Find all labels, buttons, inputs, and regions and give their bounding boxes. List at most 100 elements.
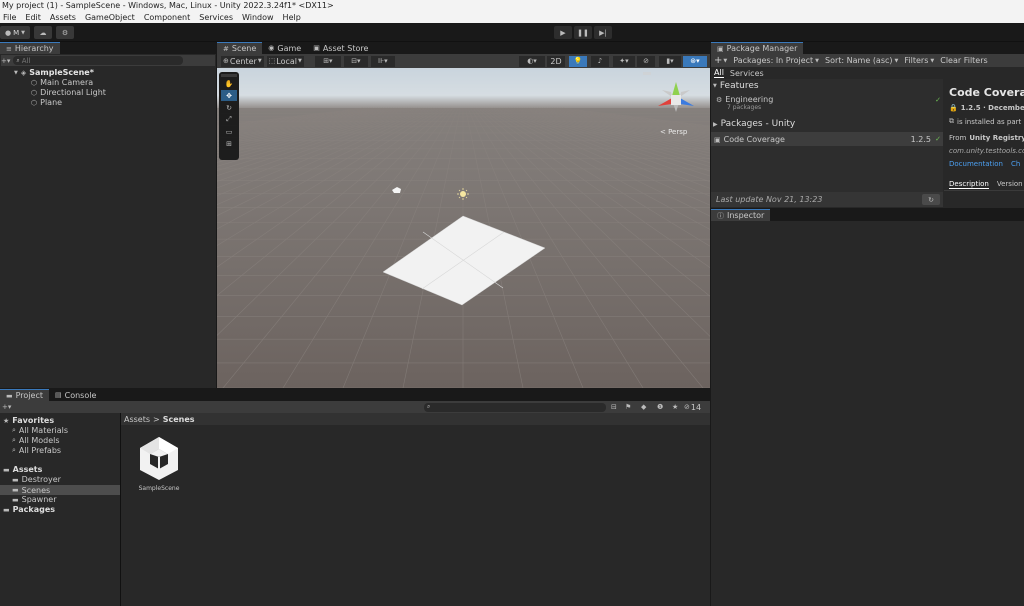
- menu-help[interactable]: Help: [280, 13, 304, 22]
- refresh-button[interactable]: ↻: [922, 194, 940, 205]
- transform-tool-button[interactable]: ⊞: [221, 138, 237, 150]
- menu-gameobject[interactable]: GameObject: [82, 13, 138, 22]
- packages-scope-dropdown[interactable]: Packages: In Project: [733, 56, 813, 65]
- collab-button[interactable]: ⚙: [56, 26, 74, 39]
- menu-assets[interactable]: Assets: [47, 13, 79, 22]
- move-tool-button[interactable]: ✥: [221, 90, 237, 102]
- search-icon: ⌕: [12, 446, 16, 454]
- package-item-code-coverage[interactable]: ▣ Code Coverage 1.2.5 ✓: [711, 132, 943, 146]
- project-search-input[interactable]: ⌕: [424, 402, 606, 412]
- account-button[interactable]: ● M ▼: [0, 26, 30, 39]
- increment-snap-button[interactable]: ⊟▾: [343, 55, 368, 67]
- grid-snap-button[interactable]: ⊞▾: [314, 55, 341, 67]
- documentation-link[interactable]: Documentation: [949, 160, 1003, 168]
- asset-tile[interactable]: SampleScene: [133, 435, 185, 499]
- chevron-down-icon: ▼: [713, 83, 717, 89]
- menu-services[interactable]: Services: [196, 13, 236, 22]
- effects-toggle[interactable]: ✦▾: [613, 55, 635, 67]
- cloud-icon: ☁: [39, 28, 47, 37]
- search-by-type-icon[interactable]: ⊟: [611, 403, 617, 411]
- hierarchy-item-main-camera[interactable]: ⬡ Main Camera: [31, 78, 93, 87]
- tab-description[interactable]: Description: [949, 180, 989, 189]
- changelog-link[interactable]: Ch: [1011, 160, 1020, 168]
- folder-icon: ▬: [6, 391, 13, 400]
- subtab-services[interactable]: Services: [730, 69, 764, 78]
- filters-dropdown[interactable]: Filters: [904, 56, 928, 65]
- add-icon[interactable]: +▾: [2, 403, 11, 411]
- draw-mode-button[interactable]: ◐▾: [519, 55, 545, 67]
- subtab-all[interactable]: All: [714, 68, 724, 78]
- add-icon[interactable]: +▾: [1, 57, 10, 65]
- star-icon[interactable]: ★: [672, 403, 678, 411]
- package-icon: ▣: [717, 44, 724, 53]
- cloud-button[interactable]: ☁: [34, 26, 52, 39]
- add-package-button[interactable]: +: [714, 55, 722, 66]
- package-item-engineering[interactable]: ⚙ Engineering 7 packages ✓: [711, 93, 943, 115]
- chevron-down-icon: ▼: [894, 57, 899, 64]
- sort-dropdown[interactable]: Sort: Name (asc): [825, 56, 893, 65]
- pause-button[interactable]: ❚❚: [574, 26, 592, 39]
- chevron-down-icon: ▼: [723, 57, 728, 64]
- info-icon[interactable]: ❶: [657, 403, 663, 411]
- menu-window[interactable]: Window: [239, 13, 277, 22]
- space-dropdown[interactable]: ⬚ Local ▼: [266, 55, 304, 67]
- hand-icon: ✋: [224, 79, 234, 88]
- camera-settings-button[interactable]: ▮▾: [659, 55, 681, 67]
- scene-viewport[interactable]: < Persp: [217, 68, 710, 388]
- scale-tool-button[interactable]: ⤢: [221, 114, 237, 126]
- gameobject-icon: ⬡: [31, 98, 38, 107]
- clear-filters-button[interactable]: Clear Filters: [940, 56, 987, 65]
- menu-component[interactable]: Component: [141, 13, 193, 22]
- tab-game[interactable]: ◉ Game: [262, 42, 308, 54]
- play-button[interactable]: ▶: [554, 26, 572, 39]
- menu-file[interactable]: File: [0, 13, 19, 22]
- tab-package-manager[interactable]: ▣ Package Manager: [711, 42, 804, 54]
- hand-tool-button[interactable]: ✋: [221, 78, 237, 90]
- packages-unity-header[interactable]: ▶ Packages - Unity: [713, 119, 795, 129]
- folder-scenes[interactable]: ▬ Scenes: [0, 485, 120, 495]
- rect-tool-button[interactable]: ▭: [221, 126, 237, 138]
- tab-inspector[interactable]: ⓘ Inspector: [711, 209, 771, 221]
- inspector-panel: ⓘ Inspector: [711, 209, 1024, 606]
- favorites-header[interactable]: ★ Favorites: [3, 416, 54, 425]
- lighting-toggle[interactable]: 💡: [569, 55, 587, 67]
- folder-destroyer[interactable]: ▬ Destroyer: [12, 475, 61, 484]
- favorite-all-prefabs[interactable]: ⌕ All Prefabs: [12, 446, 61, 455]
- tab-asset-store[interactable]: ▣ Asset Store: [307, 42, 375, 54]
- tag-icon[interactable]: ◆: [641, 403, 646, 411]
- package-list-footer: Last update Nov 21, 13:23 ↻: [711, 192, 943, 207]
- breadcrumb-assets[interactable]: Assets: [124, 415, 150, 424]
- search-icon: ⌕: [16, 56, 20, 64]
- tab-version[interactable]: Version: [997, 180, 1023, 188]
- mode-2d-button[interactable]: 2D: [547, 55, 565, 67]
- folder-icon: ▬: [3, 505, 10, 514]
- chevron-down-icon: ▼: [257, 58, 262, 64]
- visibility-toggle[interactable]: ⊘: [637, 55, 655, 67]
- favorite-all-models[interactable]: ⌕ All Models: [12, 436, 60, 445]
- hierarchy-search-input[interactable]: ⌕ All: [13, 56, 184, 65]
- hidden-packages-toggle[interactable]: ⊘ 14: [684, 403, 701, 412]
- scene-row[interactable]: ▼ ◈ SampleScene*: [14, 68, 94, 77]
- rotate-tool-button[interactable]: ↻: [221, 102, 237, 114]
- gizmos-button[interactable]: ⊛▾: [683, 55, 707, 67]
- breadcrumb-scenes[interactable]: Scenes: [163, 415, 195, 424]
- tab-console[interactable]: ▤ Console: [49, 389, 103, 401]
- hierarchy-item-plane[interactable]: ⬡ Plane: [31, 98, 62, 107]
- tab-hierarchy[interactable]: ≡ Hierarchy: [0, 42, 60, 54]
- audio-toggle[interactable]: ♪: [591, 55, 609, 67]
- packages-folder[interactable]: ▬ Packages: [3, 505, 55, 514]
- assets-folder[interactable]: ▬ Assets: [3, 465, 42, 474]
- unity-scene-icon: ◈: [20, 68, 27, 77]
- hierarchy-item-directional-light[interactable]: ⬡ Directional Light: [31, 88, 106, 97]
- step-button[interactable]: ▶|: [594, 26, 612, 39]
- folder-spawner[interactable]: ▬ Spawner: [12, 495, 57, 504]
- search-by-label-icon[interactable]: ⚑: [625, 403, 631, 411]
- tab-project[interactable]: ▬ Project: [0, 389, 49, 401]
- projection-label[interactable]: < Persp: [660, 128, 688, 136]
- tab-scene[interactable]: # Scene: [217, 42, 263, 54]
- features-header[interactable]: ▼ Features: [713, 81, 759, 91]
- menu-edit[interactable]: Edit: [22, 13, 44, 22]
- gizmo-scale-button[interactable]: ⊪▾: [370, 55, 395, 67]
- pivot-dropdown[interactable]: ⊕ Center ▼: [221, 55, 264, 67]
- favorite-all-materials[interactable]: ⌕ All Materials: [12, 426, 68, 435]
